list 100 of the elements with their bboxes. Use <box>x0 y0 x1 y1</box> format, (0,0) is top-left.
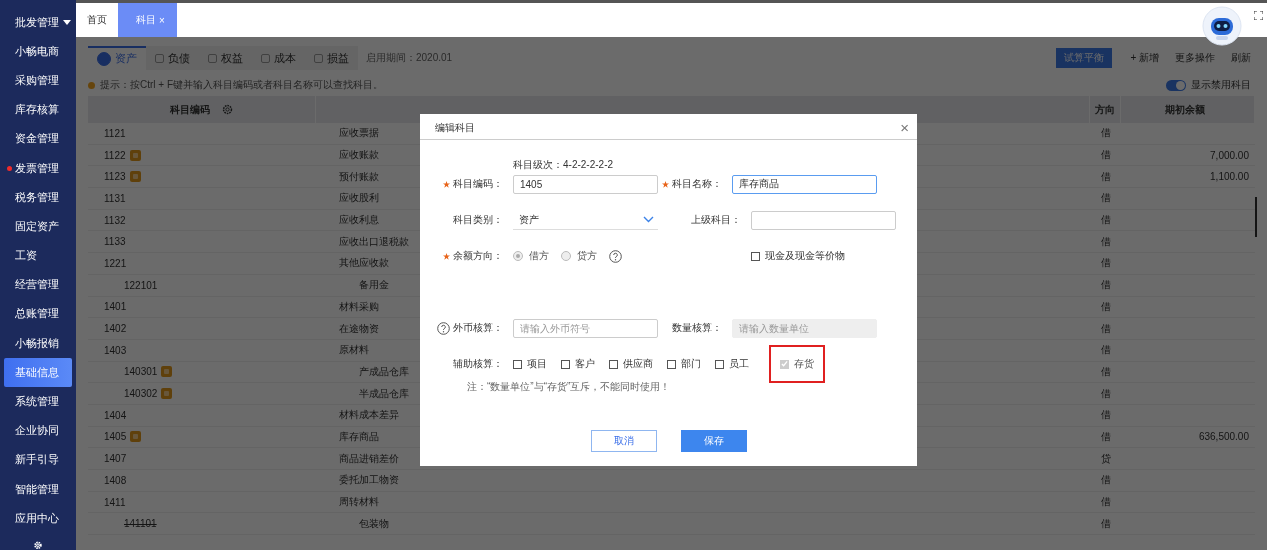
table-cell: 借 <box>1101 386 1111 401</box>
table-cell: 1221 <box>104 257 127 269</box>
sidebar-item[interactable]: 经营管理 <box>4 270 72 300</box>
table-cell: 产成品仓库 <box>359 364 409 379</box>
level-text: 科目级次：4-2-2-2-2-2 <box>513 157 615 172</box>
toggle-switch[interactable] <box>1166 79 1186 91</box>
table-cell: 1132 <box>104 214 126 226</box>
table-cell: 备用金 <box>359 278 389 293</box>
table-cell: 材料成本差异 <box>339 408 399 423</box>
field-label: 科目名称： <box>672 177 722 191</box>
field-label: 上级科目： <box>691 213 741 227</box>
sidebar-item[interactable]: 小畅报销 <box>4 329 72 359</box>
field-label: 数量核算： <box>672 321 722 335</box>
hint-text: 提示：按Ctrl + F键并输入科目编码或者科目名称可以查找科目。 <box>100 78 384 92</box>
table-cell: 借 <box>1101 213 1111 228</box>
category-select[interactable]: 资产 <box>513 210 658 230</box>
help-icon[interactable] <box>609 249 622 263</box>
sidebar-item[interactable]: 系统管理 <box>4 387 72 417</box>
refresh-button[interactable]: 刷新 <box>1227 50 1255 65</box>
help-icon[interactable] <box>437 321 450 335</box>
save-button[interactable]: 保存 <box>680 429 747 452</box>
table-cell: 1,100.00 <box>1210 171 1249 183</box>
fullscreen-icon[interactable] <box>1254 10 1263 20</box>
sidebar-item[interactable]: 智能管理 <box>4 475 72 505</box>
sidebar-item[interactable]: 总账管理 <box>4 299 72 330</box>
table-cell: 借 <box>1101 126 1111 141</box>
checkbox-option[interactable]: 员工 <box>715 357 749 371</box>
table-cell: 1121 <box>104 127 126 139</box>
field-label: 外币核算： <box>453 321 503 335</box>
cancel-button[interactable]: 取消 <box>590 429 657 452</box>
page-tab[interactable]: 首页 <box>76 3 118 37</box>
table-cell: 122101 <box>124 279 158 291</box>
checkmark-icon <box>781 360 788 368</box>
sidebar-item[interactable]: 资金管理 <box>4 124 72 154</box>
table-cell: 636,500.00 <box>1198 431 1249 443</box>
table-cell: 应收账款 <box>339 148 379 163</box>
sidebar-item[interactable]: 工资 <box>4 241 72 271</box>
table-cell: 借 <box>1101 256 1111 271</box>
scrollbar[interactable] <box>1255 197 1257 237</box>
table-cell: 1122 <box>104 149 126 161</box>
checkbox-option[interactable]: 客户 <box>561 357 595 371</box>
table-cell: 1133 <box>104 236 126 248</box>
table-cell: 委托加工物资 <box>339 473 399 488</box>
sidebar-item[interactable]: 库存核算 <box>4 95 72 125</box>
table-cell: 借 <box>1101 321 1111 336</box>
table-cell: 借 <box>1101 364 1111 379</box>
sidebar-item[interactable]: 批发管理 <box>4 8 72 38</box>
field-label: 科目编码： <box>453 177 503 191</box>
dialog-title: 编辑科目 <box>435 120 475 135</box>
table-cell: 应收股利 <box>339 191 379 206</box>
table-cell: 原材料 <box>339 343 369 358</box>
sidebar-item[interactable]: 采购管理 <box>4 66 72 96</box>
close-button[interactable]: × <box>900 119 909 136</box>
checkbox-option[interactable]: 项目 <box>513 357 547 371</box>
more-actions-button[interactable]: 更多操作 <box>1171 50 1219 65</box>
field-label: 辅助核算： <box>453 357 503 371</box>
table-cell: 借 <box>1101 169 1111 184</box>
table-cell: 140301 <box>124 366 158 378</box>
table-cell: 应收出口退税款 <box>339 234 409 249</box>
sidebar-item[interactable]: 小畅电商 <box>4 37 72 67</box>
code-field[interactable]: 1405 <box>513 174 658 194</box>
name-field[interactable]: 库存商品 <box>732 174 877 194</box>
table-cell: 1404 <box>104 409 127 421</box>
table-cell: 借 <box>1101 191 1111 206</box>
table-cell: 借 <box>1101 299 1111 314</box>
sidebar-item[interactable]: 新手引导 <box>4 445 72 475</box>
column-header: 科目编码 <box>170 102 210 117</box>
checkbox-option[interactable]: 部门 <box>667 357 701 371</box>
sidebar-item[interactable]: 应用中心 <box>4 504 72 534</box>
table-cell: 应收利息 <box>339 213 379 228</box>
add-button[interactable]: + 新增 <box>1126 50 1163 65</box>
parent-field[interactable] <box>751 210 896 230</box>
field-label: 科目类别： <box>453 213 503 227</box>
table-cell: 贷 <box>1101 451 1111 466</box>
checkbox-option[interactable]: 现金及现金等价物 <box>751 249 845 263</box>
table-cell: 半成品仓库 <box>359 386 409 401</box>
table-cell: 借 <box>1101 516 1111 531</box>
currency-field[interactable]: 请输入外币符号 <box>513 318 658 338</box>
table-cell: 借 <box>1101 429 1111 444</box>
table-cell: 1407 <box>104 453 127 465</box>
settings-icon[interactable] <box>32 541 44 550</box>
sidebar-item[interactable]: 固定资产 <box>4 212 72 242</box>
table-cell: 借 <box>1101 473 1111 488</box>
table-cell: 其他应收款 <box>339 256 389 271</box>
sidebar-item[interactable]: 基础信息 <box>4 358 72 388</box>
table-cell: 库存商品 <box>339 429 379 444</box>
checkbox-option[interactable]: 供应商 <box>609 357 653 371</box>
toggle-label: 显示禁用科目 <box>1191 78 1251 92</box>
table-cell: 周转材料 <box>339 495 379 510</box>
table-cell: 借 <box>1101 343 1111 358</box>
sidebar-item[interactable]: 发票管理 <box>4 153 72 184</box>
field-label: 余额方向： <box>453 249 503 263</box>
table-cell: 1403 <box>104 344 127 356</box>
sidebar-item[interactable]: 企业协同 <box>4 416 72 446</box>
sidebar-item[interactable]: 税务管理 <box>4 183 72 213</box>
table-cell: 1405 <box>104 431 127 443</box>
table-cell: 1408 <box>104 474 127 486</box>
chevron-icon <box>643 216 654 223</box>
table-cell: 140302 <box>124 388 158 400</box>
table-cell: 在途物资 <box>339 321 379 336</box>
